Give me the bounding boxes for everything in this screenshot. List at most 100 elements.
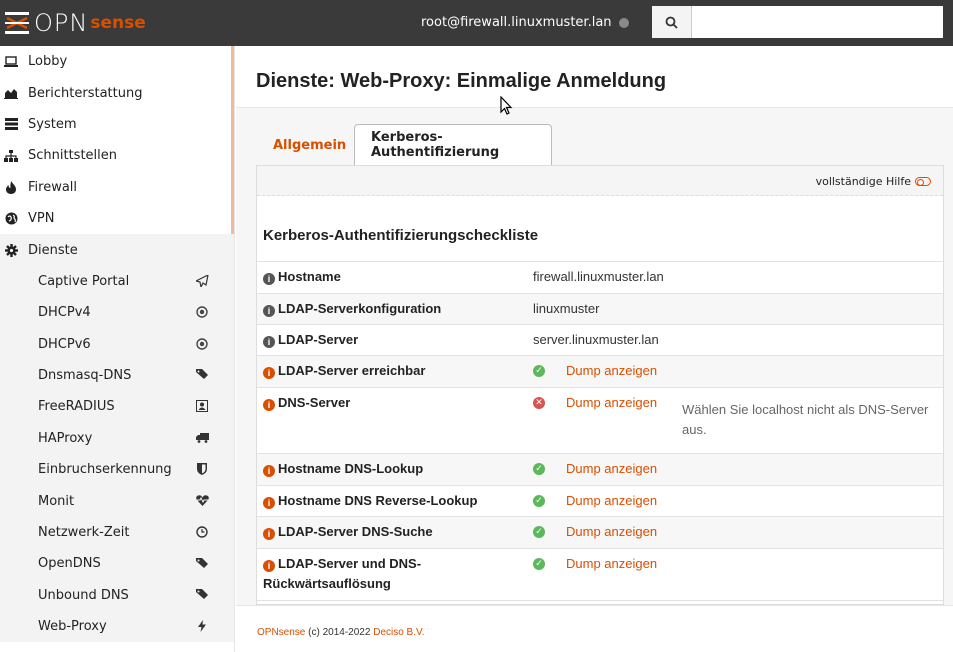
sidebar-subitem-freeradius[interactable]: FreeRADIUS: [0, 391, 234, 423]
row-value: linuxmuster: [533, 301, 600, 316]
full-help-label: vollständige Hilfe: [815, 175, 911, 188]
sidebar-subitem-einbruchserkennung[interactable]: Einbruchserkennung: [0, 454, 234, 486]
table-row: i LDAP-Serverkonfiguration linuxmuster: [257, 294, 943, 325]
dump-link[interactable]: Dump anzeigen: [566, 363, 657, 378]
sidebar-item-label: VPN: [28, 211, 55, 227]
dump-link[interactable]: Dump anzeigen: [566, 556, 657, 571]
footer-brand-link[interactable]: OPNsense: [257, 627, 305, 638]
sidebar-subitem-netzwerk-zeit[interactable]: Netzwerk-Zeit: [0, 516, 234, 549]
sidebar-subitem-label: Unbound DNS: [38, 587, 129, 603]
sidebar-subitem-label: Captive Portal: [38, 273, 130, 289]
row-note: Wählen Sie localhost nicht als DNS-Serve…: [682, 402, 929, 437]
top-navbar: OPN sense root@firewall.linuxmuster.lan: [0, 0, 953, 46]
laptop-icon: [4, 55, 18, 69]
clock-icon: [195, 525, 209, 539]
sidebar-item-lobby[interactable]: Lobby: [0, 46, 234, 77]
sidebar-subitem-label: DHCPv4: [38, 305, 91, 321]
search-input[interactable]: [692, 6, 943, 38]
info-icon[interactable]: i: [263, 336, 275, 348]
sidebar-subitem-label: Monit: [38, 493, 75, 509]
heartbeat-icon: [195, 493, 209, 507]
status-indicator-icon[interactable]: [619, 18, 629, 28]
sidebar-item-system[interactable]: System: [0, 109, 234, 140]
footer-company-link[interactable]: Deciso B.V.: [373, 627, 424, 638]
sidebar-subitem-haproxy[interactable]: HAProxy: [0, 422, 234, 455]
sidebar-subitem-web-proxy[interactable]: Web-Proxy: [0, 611, 234, 643]
sidebar-subitem-unbound-dns[interactable]: Unbound DNS: [0, 579, 234, 612]
dump-link[interactable]: Dump anzeigen: [566, 461, 657, 476]
footer-copyright: (c) 2014-2022: [305, 627, 374, 638]
row-name: DNS-Server: [278, 395, 351, 410]
sidebar-subitem-captive-portal[interactable]: Captive Portal: [0, 265, 234, 298]
sidebar-item-berichterstattung[interactable]: Berichterstattung: [0, 77, 234, 108]
sidebar-subitem-dhcpv4[interactable]: DHCPv4: [0, 297, 234, 329]
table-row: i DNS-Server ✕ Dump anzeigen Wählen Sie l…: [257, 388, 943, 454]
sidebar-subitem-label: Dnsmasq-DNS: [38, 368, 132, 384]
bullseye-icon: [195, 305, 209, 319]
sidebar-item-label: Firewall: [28, 179, 78, 195]
user-link[interactable]: root@firewall.linuxmuster.lan: [421, 15, 612, 30]
tab-kerberos-authentifizierung[interactable]: Kerberos-Authentifizierung: [354, 124, 552, 165]
row-name: LDAP-Server erreichbar: [278, 363, 426, 378]
check-ok-icon: ✓: [533, 463, 545, 475]
row-name: LDAP-Server DNS-Suche: [278, 524, 433, 539]
logo-text: OPN: [34, 9, 89, 37]
sidebar-subitem-opendns[interactable]: OpenDNS: [0, 548, 234, 580]
toggle-off-icon: [915, 177, 931, 186]
row-value: firewall.linuxmuster.lan: [533, 269, 664, 284]
main-content: Dienste: Web-Proxy: Einmalige Anmeldung …: [236, 46, 953, 652]
row-name: LDAP-Serverkonfiguration: [278, 301, 442, 316]
sidebar-item-label: System: [28, 116, 77, 132]
dump-link[interactable]: Dump anzeigen: [566, 524, 657, 539]
sidebar-item-schnittstellen[interactable]: Schnittstellen: [0, 140, 234, 171]
info-icon[interactable]: i: [263, 560, 275, 572]
table-row: i LDAP-Server und DNS-Rückwärtsauflösung …: [257, 549, 943, 601]
tags-icon: [195, 588, 209, 602]
tags-icon: [195, 368, 209, 382]
sidebar-item-vpn[interactable]: VPN: [0, 203, 234, 234]
table-row: i Hostname DNS Reverse-Lookup ✓ Dump anze…: [257, 486, 943, 517]
logo-mark-icon: [5, 12, 29, 34]
table-row: i LDAP-Server DNS-Suche ✓ Dump anzeigen: [257, 517, 943, 549]
bolt-icon: [195, 619, 209, 633]
search-box: [652, 6, 943, 38]
row-value: server.linuxmuster.lan: [533, 332, 659, 347]
info-icon[interactable]: i: [263, 465, 275, 477]
search-button[interactable]: [652, 6, 692, 38]
table-row: i Hostname firewall.linuxmuster.lan: [257, 262, 943, 294]
info-icon[interactable]: i: [263, 528, 275, 540]
sidebar-subitem-label: Einbruchserkennung: [38, 462, 172, 478]
area-chart-icon: [4, 86, 18, 100]
sidebar-item-label: Lobby: [28, 54, 68, 70]
sidebar-subitem-dnsmasq-dns[interactable]: Dnsmasq-DNS: [0, 359, 234, 392]
bullseye-icon: [195, 337, 209, 351]
info-icon[interactable]: i: [263, 497, 275, 509]
sidebar-subitem-monit[interactable]: Monit: [0, 485, 234, 517]
row-name: Hostname DNS-Lookup: [278, 461, 424, 476]
sidebar: Lobby Berichterstattung System Schnittst…: [0, 46, 235, 652]
info-icon[interactable]: i: [263, 367, 275, 379]
info-icon[interactable]: i: [263, 305, 275, 317]
sidebar-item-label: Schnittstellen: [28, 148, 118, 164]
dump-link[interactable]: Dump anzeigen: [566, 395, 657, 410]
info-icon[interactable]: i: [263, 399, 275, 411]
sidebar-item-dienste[interactable]: Dienste: [0, 234, 234, 266]
check-error-icon: ✕: [533, 397, 545, 409]
info-icon[interactable]: i: [263, 273, 275, 285]
sidebar-item-label: Dienste: [28, 242, 78, 258]
table-row: i Hostname DNS-Lookup ✓ Dump anzeigen: [257, 454, 943, 486]
page-title: Dienste: Web-Proxy: Einmalige Anmeldung: [256, 70, 667, 92]
sidebar-subitem-label: Netzwerk-Zeit: [38, 525, 130, 541]
tab-allgemein[interactable]: Allgemein: [256, 124, 352, 165]
sidebar-subitem-dhcpv6[interactable]: DHCPv6: [0, 328, 234, 360]
check-ok-icon: ✓: [533, 365, 545, 377]
sidebar-item-firewall[interactable]: Firewall: [0, 172, 234, 203]
search-icon: [665, 16, 678, 29]
dump-link[interactable]: Dump anzeigen: [566, 493, 657, 508]
row-name: LDAP-Server: [278, 332, 359, 347]
check-ok-icon: ✓: [533, 558, 545, 570]
full-help-toggle[interactable]: vollständige Hilfe: [816, 175, 931, 188]
sidebar-subitem-label: DHCPv6: [38, 336, 91, 352]
opnsense-logo[interactable]: OPN sense: [4, 8, 146, 38]
sidebar-subitem-label: OpenDNS: [38, 556, 101, 572]
